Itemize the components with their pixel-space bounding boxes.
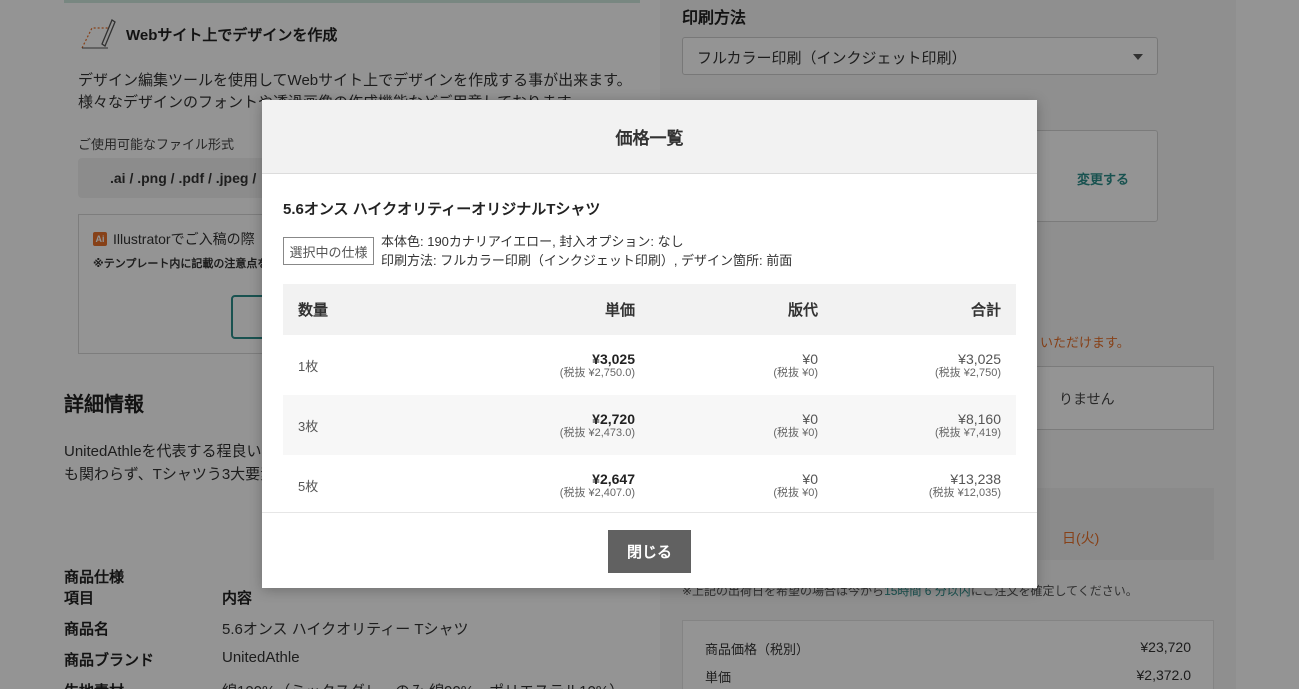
modal-footer: 閉じる	[262, 512, 1037, 588]
plate-fee: ¥0	[802, 470, 818, 487]
total-price: ¥8,160	[958, 410, 1001, 427]
selected-spec-details: 本体色: 190カナリアイエロー, 封入オプション: なし 印刷方法: フルカラ…	[381, 232, 792, 270]
total-price-ex-tax: (税抜 ¥7,419)	[934, 426, 1001, 439]
modal-header: 価格一覧	[262, 100, 1037, 174]
unit-price-ex-tax: (税抜 ¥2,473.0)	[559, 426, 635, 439]
cell-qty: 1枚	[298, 358, 319, 374]
unit-price-ex-tax: (税抜 ¥2,407.0)	[559, 486, 635, 499]
unit-price: ¥2,647	[592, 470, 635, 487]
cell-qty: 3枚	[298, 418, 319, 434]
cell-unit-price: ¥2,720 (税抜 ¥2,473.0)	[473, 411, 635, 440]
plate-fee-ex-tax: (税抜 ¥0)	[773, 486, 818, 499]
plate-fee-ex-tax: (税抜 ¥0)	[773, 426, 818, 439]
total-price: ¥13,238	[950, 470, 1001, 487]
plate-fee-ex-tax: (税抜 ¥0)	[773, 366, 818, 379]
cell-plate-fee: ¥0 (税抜 ¥0)	[635, 411, 818, 440]
product-name: 5.6オンス ハイクオリティーオリジナルTシャツ	[283, 201, 601, 218]
total-price-ex-tax: (税抜 ¥2,750)	[934, 366, 1001, 379]
close-button[interactable]: 閉じる	[608, 530, 691, 573]
spec-line-print: 印刷方法: フルカラー印刷（インクジェット印刷）, デザイン箇所: 前面	[381, 253, 793, 268]
modal-body[interactable]: 5.6オンス ハイクオリティーオリジナルTシャツ 選択中の仕様 本体色: 190…	[283, 174, 1016, 512]
price-table: 数量 単価 版代 合計 1枚 ¥3,025 (税抜 ¥2,750.0) ¥0 (…	[283, 284, 1016, 512]
plate-fee: ¥0	[802, 350, 818, 367]
selected-spec-tag: 選択中の仕様	[283, 237, 374, 265]
cell-total: ¥3,025 (税抜 ¥2,750)	[818, 351, 1001, 380]
unit-price: ¥2,720	[592, 410, 635, 427]
cell-total: ¥8,160 (税抜 ¥7,419)	[818, 411, 1001, 440]
unit-price-ex-tax: (税抜 ¥2,750.0)	[559, 366, 635, 379]
table-row: 1枚 ¥3,025 (税抜 ¥2,750.0) ¥0 (税抜 ¥0) ¥3,02…	[283, 335, 1016, 395]
header-plate-fee: 版代	[787, 302, 818, 319]
header-qty: 数量	[298, 302, 329, 319]
total-price: ¥3,025	[958, 350, 1001, 367]
cell-plate-fee: ¥0 (税抜 ¥0)	[635, 351, 818, 380]
cell-unit-price: ¥3,025 (税抜 ¥2,750.0)	[473, 351, 635, 380]
modal-title: 価格一覧	[615, 129, 684, 148]
price-list-modal: 価格一覧 5.6オンス ハイクオリティーオリジナルTシャツ 選択中の仕様 本体色…	[262, 100, 1037, 588]
total-price-ex-tax: (税抜 ¥12,035)	[928, 486, 1001, 499]
header-total: 合計	[970, 302, 1001, 319]
cell-plate-fee: ¥0 (税抜 ¥0)	[635, 471, 818, 500]
table-row: 5枚 ¥2,647 (税抜 ¥2,407.0) ¥0 (税抜 ¥0) ¥13,2…	[283, 455, 1016, 512]
plate-fee: ¥0	[802, 410, 818, 427]
cell-unit-price: ¥2,647 (税抜 ¥2,407.0)	[473, 471, 635, 500]
cell-qty: 5枚	[298, 478, 319, 494]
cell-total: ¥13,238 (税抜 ¥12,035)	[818, 471, 1001, 500]
header-unit-price: 単価	[604, 302, 635, 319]
spec-line-color: 本体色: 190カナリアイエロー, 封入オプション: なし	[381, 234, 684, 249]
table-row: 3枚 ¥2,720 (税抜 ¥2,473.0) ¥0 (税抜 ¥0) ¥8,16…	[283, 395, 1016, 455]
unit-price: ¥3,025	[592, 350, 635, 367]
price-table-header: 数量 単価 版代 合計	[283, 284, 1016, 335]
